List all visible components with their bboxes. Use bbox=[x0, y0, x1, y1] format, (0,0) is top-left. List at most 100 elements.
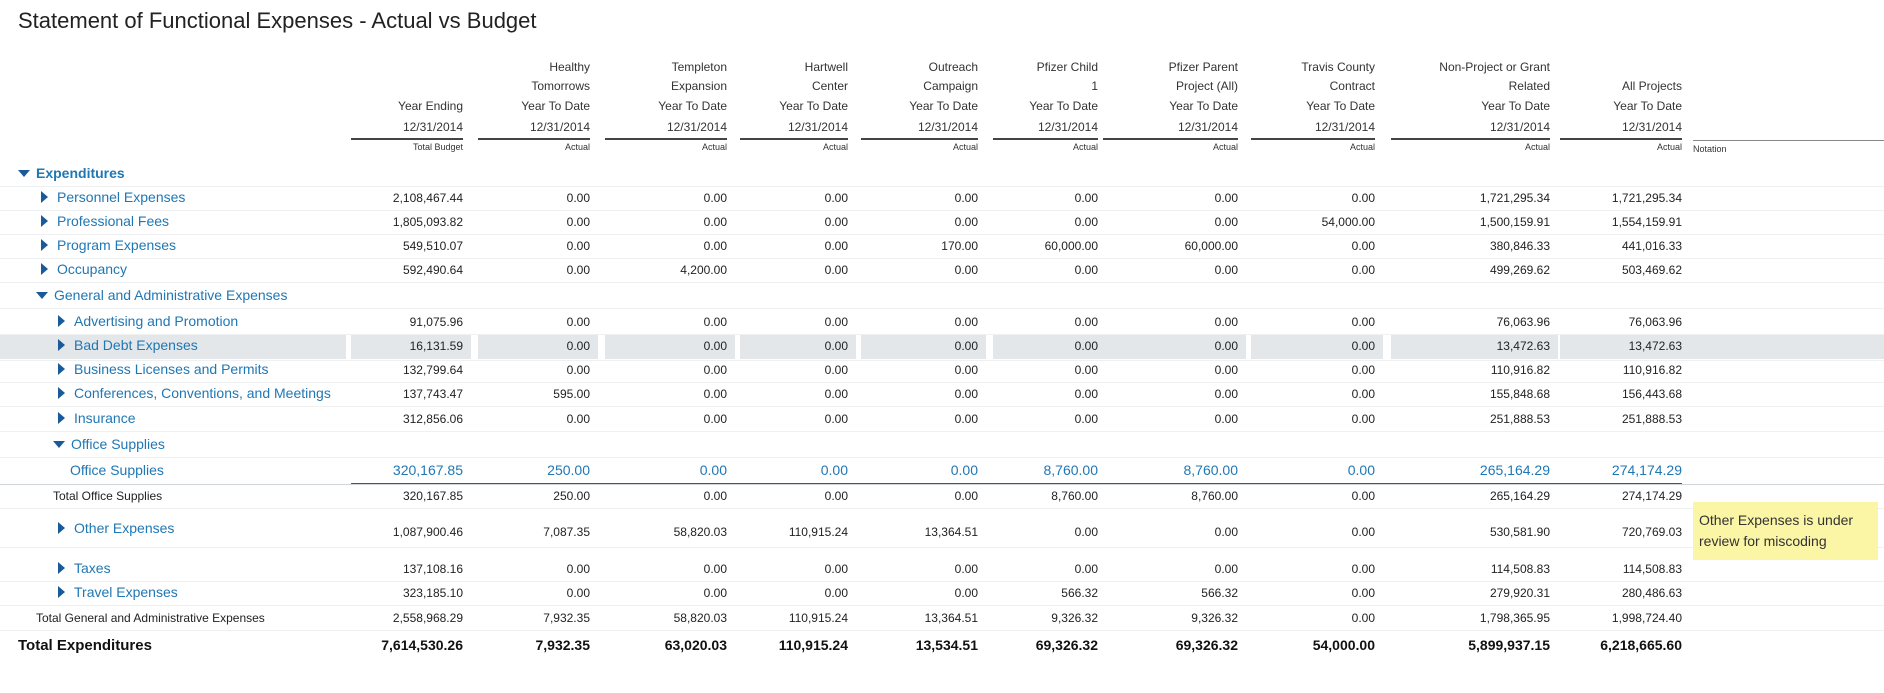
cell-value: 323,185.10 bbox=[402, 586, 463, 600]
cell-value: 1,554,159.91 bbox=[1611, 215, 1682, 229]
row-label-office-supplies[interactable]: Office Supplies bbox=[53, 436, 165, 452]
row-label-conferences-conventions-and-meetings[interactable]: Conferences, Conventions, and Meetings bbox=[58, 385, 331, 401]
table-row: Total General and Administrative Expense… bbox=[0, 607, 1884, 631]
row-label-total-expenditures: Total Expenditures bbox=[18, 637, 152, 654]
column-header-line: Year To Date bbox=[1169, 99, 1238, 113]
column-header-line: Year To Date bbox=[779, 99, 848, 113]
cell-value: 0.00 bbox=[824, 191, 848, 205]
cell-value: 54,000.00 bbox=[1321, 215, 1375, 229]
row-label-general-and-administrative-expenses[interactable]: General and Administrative Expenses bbox=[36, 287, 287, 303]
expand-arrow-icon[interactable] bbox=[58, 363, 65, 375]
cell-value: 0.00 bbox=[1351, 191, 1375, 205]
cell-value[interactable]: 0.00 bbox=[740, 462, 848, 478]
row-divider bbox=[0, 308, 1884, 309]
row-divider bbox=[0, 406, 1884, 407]
cell-value: 0.00 bbox=[954, 315, 978, 329]
cell-value: 0.00 bbox=[824, 339, 848, 353]
cell-value: 13,364.51 bbox=[924, 525, 978, 539]
row-label-insurance[interactable]: Insurance bbox=[58, 410, 135, 426]
row-label-professional-fees[interactable]: Professional Fees bbox=[41, 213, 169, 229]
row-label-bad-debt-expenses[interactable]: Bad Debt Expenses bbox=[58, 337, 198, 353]
row-label-total-office-supplies: Total Office Supplies bbox=[53, 489, 162, 503]
expand-arrow-icon[interactable] bbox=[58, 522, 65, 534]
column-header-line: Center bbox=[811, 79, 848, 93]
cell-value[interactable]: 8,760.00 bbox=[993, 462, 1099, 478]
expand-arrow-icon[interactable] bbox=[41, 263, 48, 275]
cell-value: 251,888.53 bbox=[1621, 412, 1682, 426]
row-label-advertising-and-promotion[interactable]: Advertising and Promotion bbox=[58, 313, 238, 329]
column-header-line: 12/31/2014 bbox=[1314, 120, 1375, 134]
cell-value[interactable]: 0.00 bbox=[861, 462, 978, 478]
cell-value: 0.00 bbox=[824, 412, 848, 426]
expand-arrow-icon[interactable] bbox=[58, 315, 65, 327]
expand-arrow-icon[interactable] bbox=[41, 191, 48, 203]
row-divider bbox=[0, 605, 1884, 606]
cell-value: 0.00 bbox=[703, 412, 727, 426]
cell-value[interactable]: 0.00 bbox=[605, 462, 727, 478]
cell-value: 0.00 bbox=[703, 239, 727, 253]
row-label-other-expenses[interactable]: Other Expenses bbox=[58, 520, 174, 536]
collapse-arrow-icon[interactable] bbox=[36, 292, 48, 299]
row-label-travel-expenses[interactable]: Travel Expenses bbox=[58, 584, 178, 600]
cell-value: 0.00 bbox=[824, 215, 848, 229]
expand-arrow-icon[interactable] bbox=[41, 215, 48, 227]
cell-value: 0.00 bbox=[1074, 215, 1098, 229]
cell-value: 0.00 bbox=[1214, 363, 1238, 377]
row-label-text: Travel Expenses bbox=[74, 584, 178, 600]
cell-value: 280,486.63 bbox=[1621, 586, 1682, 600]
cell-value: 7,087.35 bbox=[543, 525, 590, 539]
expand-arrow-icon[interactable] bbox=[58, 562, 65, 574]
cell-value[interactable]: 265,164.29 bbox=[1391, 462, 1550, 478]
expand-arrow-icon[interactable] bbox=[41, 239, 48, 251]
cell-value: 60,000.00 bbox=[1184, 239, 1238, 253]
cell-value[interactable]: 0.00 bbox=[1251, 462, 1375, 478]
cell-value: 566.32 bbox=[1201, 586, 1238, 600]
cell-value: 279,920.31 bbox=[1489, 586, 1550, 600]
cell-value: 0.00 bbox=[824, 387, 848, 401]
row-label-occupancy[interactable]: Occupancy bbox=[41, 261, 127, 277]
row-label-text: Total General and Administrative Expense… bbox=[36, 611, 265, 625]
row-label-text: Personnel Expenses bbox=[57, 189, 186, 205]
column-header-line: Year To Date bbox=[521, 99, 590, 113]
expand-arrow-icon[interactable] bbox=[58, 412, 65, 424]
cell-value: 110,915.24 bbox=[778, 637, 848, 653]
cell-value[interactable]: 320,167.85 bbox=[351, 462, 463, 478]
cell-value: 0.00 bbox=[1351, 263, 1375, 277]
column-header-line: 12/31/2014 bbox=[787, 120, 848, 134]
row-label-business-licenses-and-permits[interactable]: Business Licenses and Permits bbox=[58, 361, 269, 377]
table-row: Bad Debt Expenses 16,131.59 0.00 0.00 0.00 0.… bbox=[0, 335, 1884, 361]
row-label-taxes[interactable]: Taxes bbox=[58, 560, 111, 576]
cell-value: 58,820.03 bbox=[673, 611, 727, 625]
cell-value: 0.00 bbox=[566, 239, 590, 253]
cell-value: 0.00 bbox=[1074, 525, 1098, 539]
row-label-program-expenses[interactable]: Program Expenses bbox=[41, 237, 176, 253]
cell-value: 320,167.85 bbox=[402, 489, 463, 503]
table-row: Total Office Supplies 320,167.85 250.00 0.0… bbox=[0, 485, 1884, 509]
cell-value: 0.00 bbox=[566, 339, 590, 353]
cell-value: 0.00 bbox=[1074, 263, 1098, 277]
collapse-arrow-icon[interactable] bbox=[53, 441, 65, 448]
table-row: Program Expenses 549,510.07 0.00 0.00 0.00 17… bbox=[0, 235, 1884, 259]
expand-arrow-icon[interactable] bbox=[58, 339, 65, 351]
table-row: Office Supplies 320,167.85 250.00 0.00 0.00 0… bbox=[0, 460, 1884, 485]
cell-value[interactable]: 250.00 bbox=[478, 462, 590, 478]
cell-value: 8,760.00 bbox=[1051, 489, 1098, 503]
cell-value: 0.00 bbox=[703, 339, 727, 353]
column-header-line: Healthy bbox=[549, 60, 590, 74]
row-label-text: Taxes bbox=[74, 560, 111, 576]
expand-arrow-icon[interactable] bbox=[58, 586, 65, 598]
cell-value: 0.00 bbox=[954, 562, 978, 576]
cell-value[interactable]: 274,174.29 bbox=[1560, 462, 1682, 478]
cell-value[interactable]: 8,760.00 bbox=[1103, 462, 1239, 478]
column-subheader: Actual bbox=[993, 138, 1098, 155]
column-subheader: Actual bbox=[478, 138, 590, 155]
cell-value: 441,016.33 bbox=[1621, 239, 1682, 253]
cell-value: 0.00 bbox=[954, 263, 978, 277]
row-label-personnel-expenses[interactable]: Personnel Expenses bbox=[41, 189, 185, 205]
cell-value: 0.00 bbox=[824, 586, 848, 600]
collapse-arrow-icon[interactable] bbox=[18, 170, 30, 177]
row-label-expenditures[interactable]: Expenditures bbox=[18, 165, 125, 181]
cell-value: 155,848.68 bbox=[1489, 387, 1550, 401]
expand-arrow-icon[interactable] bbox=[58, 387, 65, 399]
cell-value: 0.00 bbox=[1214, 215, 1238, 229]
